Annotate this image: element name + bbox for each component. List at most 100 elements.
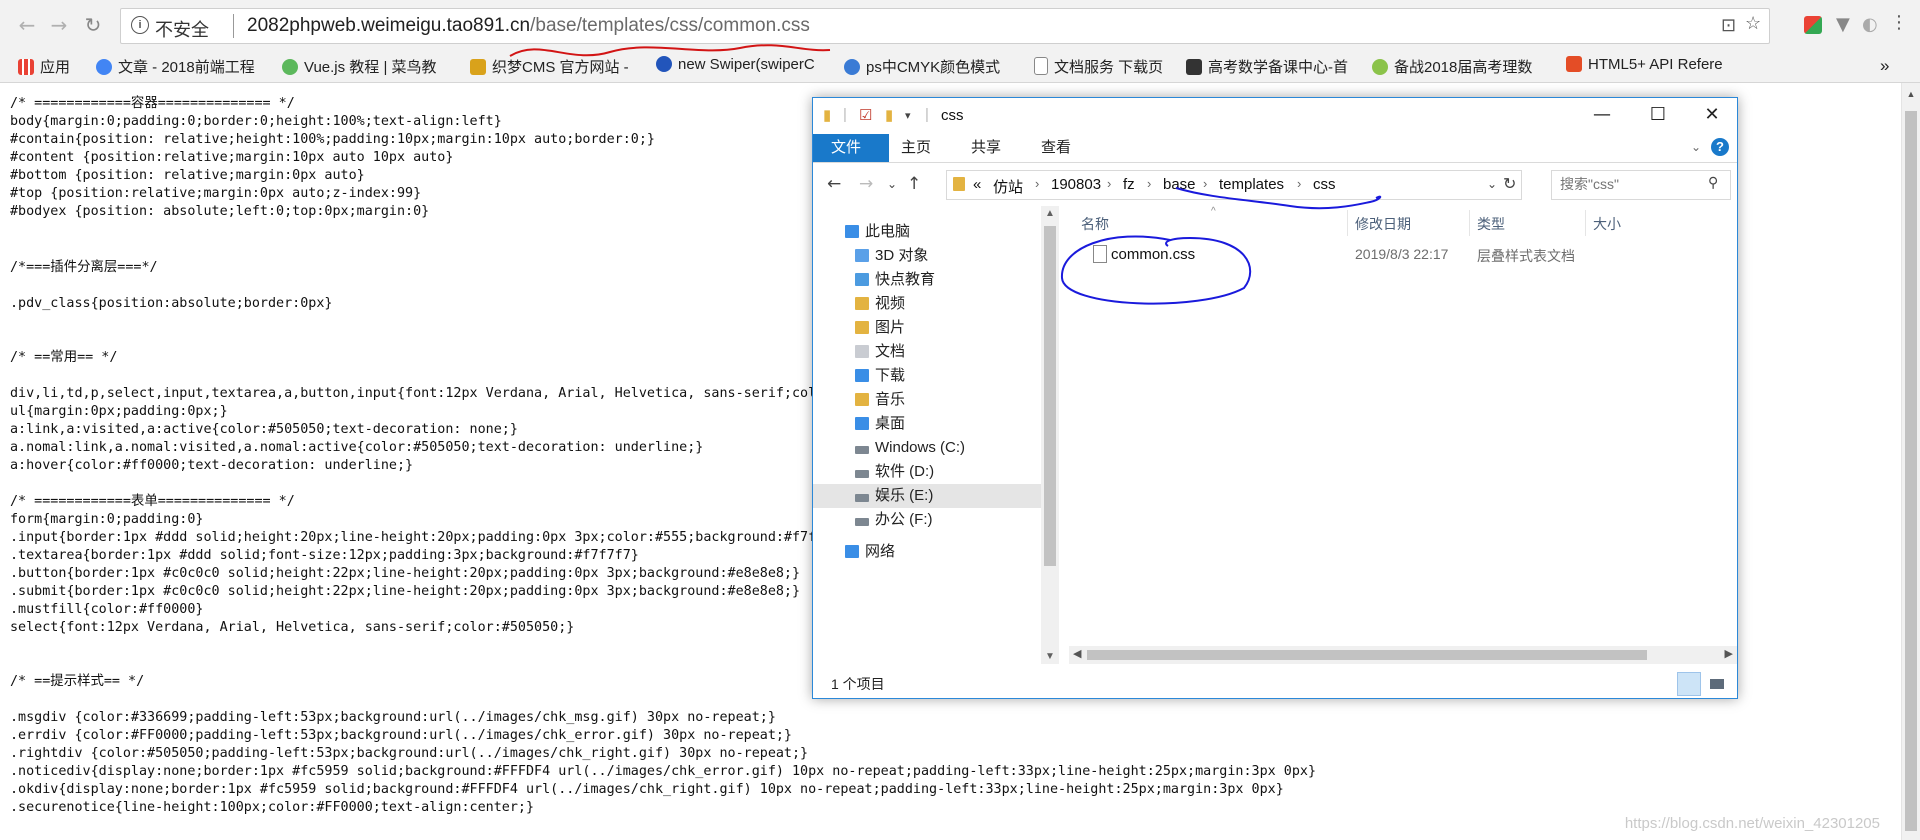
address-bar[interactable]: i 不安全 2082phpweb.weimeigu.tao891.cn/base… bbox=[120, 8, 1770, 44]
nav-pane-scrollbar[interactable]: ▲ ▼ bbox=[1041, 206, 1059, 664]
ribbon-expand-icon[interactable]: ⌄ bbox=[1691, 140, 1701, 154]
computer-icon bbox=[845, 225, 859, 238]
breadcrumb-overflow[interactable]: « bbox=[973, 176, 981, 193]
search-icon[interactable]: ⚲ bbox=[1708, 175, 1718, 191]
breadcrumb-item[interactable]: 190803 bbox=[1051, 176, 1101, 193]
extension-2-icon[interactable]: ◐ bbox=[1862, 14, 1878, 35]
menu-icon[interactable]: ⋮ bbox=[1890, 12, 1908, 33]
help-icon[interactable]: ? bbox=[1711, 138, 1729, 156]
maximize-icon[interactable]: ☐ bbox=[1635, 100, 1681, 130]
nav-item-network[interactable]: 网络 bbox=[813, 540, 1041, 564]
nav-item-kuaidian[interactable]: 快点教育 bbox=[813, 268, 1041, 292]
chevron-right-icon[interactable]: › bbox=[1297, 176, 1301, 191]
minimize-icon[interactable]: — bbox=[1579, 100, 1625, 130]
url-text[interactable]: 2082phpweb.weimeigu.tao891.cn/base/templ… bbox=[247, 15, 810, 37]
bookmark-item[interactable]: Vue.js 教程 | 菜鸟教 bbox=[282, 56, 437, 77]
new-folder-icon[interactable]: ▮ bbox=[885, 106, 893, 124]
bookmark-label: Vue.js 教程 | 菜鸟教 bbox=[304, 59, 437, 76]
nav-item-pictures[interactable]: 图片 bbox=[813, 316, 1041, 340]
breadcrumb-item[interactable]: fz bbox=[1123, 176, 1135, 193]
breadcrumb-current[interactable]: css bbox=[1313, 176, 1336, 193]
file-list-hscrollbar[interactable]: ◀ ▶ bbox=[1069, 646, 1737, 664]
scroll-up-icon[interactable]: ▲ bbox=[1041, 208, 1059, 219]
column-header-date[interactable]: 修改日期 bbox=[1355, 214, 1411, 234]
chevron-right-icon[interactable]: › bbox=[1147, 176, 1151, 191]
translate-icon[interactable]: ⊡ bbox=[1721, 15, 1736, 36]
tab-home[interactable]: 主页 bbox=[883, 134, 949, 162]
nav-item-drive-c[interactable]: Windows (C:) bbox=[813, 436, 1041, 460]
nav-item-videos[interactable]: 视频 bbox=[813, 292, 1041, 316]
nav-item-drive-d[interactable]: 软件 (D:) bbox=[813, 460, 1041, 484]
bookmark-apps[interactable]: 应用 bbox=[18, 56, 70, 77]
nav-item-music[interactable]: 音乐 bbox=[813, 388, 1041, 412]
scroll-down-icon[interactable]: ▼ bbox=[1041, 651, 1059, 662]
tab-file[interactable]: 文件 bbox=[813, 134, 889, 162]
scroll-left-icon[interactable]: ◀ bbox=[1073, 647, 1081, 660]
forward-icon[interactable]: → bbox=[48, 14, 70, 36]
explorer-search-box[interactable]: ⚲ bbox=[1551, 170, 1731, 200]
url-host: 2082phpweb.weimeigu.tao891.cn bbox=[247, 15, 531, 36]
bookmark-item[interactable]: 织梦CMS 官方网站 - bbox=[470, 56, 629, 77]
scroll-up-icon[interactable]: ▲ bbox=[1902, 89, 1920, 99]
properties-icon[interactable]: ☑ bbox=[859, 106, 872, 124]
nav-item-drive-e[interactable]: 娱乐 (E:) bbox=[813, 484, 1041, 508]
page-scrollbar[interactable]: ▲ bbox=[1901, 83, 1920, 840]
bookmark-item[interactable]: HTML5+ API Refere bbox=[1566, 56, 1723, 73]
qat-dropdown-icon[interactable]: ▾ bbox=[905, 109, 911, 122]
chevron-right-icon[interactable]: › bbox=[1035, 176, 1039, 191]
back-icon[interactable]: ← bbox=[16, 14, 38, 36]
nav-item-drive-f[interactable]: 办公 (F:) bbox=[813, 508, 1041, 532]
nav-item-documents[interactable]: 文档 bbox=[813, 340, 1041, 364]
file-row[interactable]: common.css 2019/8/3 22:17 层叠样式表文档 bbox=[1069, 242, 1737, 268]
address-dropdown-icon[interactable]: ⌄ bbox=[1487, 177, 1497, 191]
vpn-icon[interactable]: ▼ bbox=[1836, 14, 1850, 35]
bookmark-item[interactable]: 文章 - 2018前端工程 bbox=[96, 56, 255, 77]
qat-separator: | bbox=[925, 106, 929, 123]
nav-item-3d-objects[interactable]: 3D 对象 bbox=[813, 244, 1041, 268]
bookmark-label: ps中CMYK颜色模式 bbox=[866, 59, 1001, 76]
breadcrumb-item[interactable]: 仿站 bbox=[993, 176, 1023, 197]
bookmark-item[interactable]: 高考数学备课中心-首 bbox=[1186, 56, 1348, 77]
reload-icon[interactable]: ↻ bbox=[82, 14, 104, 36]
column-divider[interactable] bbox=[1585, 210, 1586, 236]
scroll-thumb[interactable] bbox=[1905, 111, 1917, 831]
info-icon[interactable]: i bbox=[131, 16, 149, 34]
column-divider[interactable] bbox=[1469, 210, 1470, 236]
close-icon[interactable]: ✕ bbox=[1689, 100, 1735, 130]
tab-view[interactable]: 查看 bbox=[1023, 134, 1089, 162]
bookmark-item[interactable]: ps中CMYK颜色模式 bbox=[844, 56, 1000, 77]
scroll-thumb[interactable] bbox=[1044, 226, 1056, 566]
column-header-name[interactable]: 名称 bbox=[1081, 214, 1109, 234]
chevron-right-icon[interactable]: › bbox=[1107, 176, 1111, 191]
nav-item-desktop[interactable]: 桌面 bbox=[813, 412, 1041, 436]
bookmark-item[interactable]: new Swiper(swiperC bbox=[656, 56, 815, 73]
nav-item-downloads[interactable]: 下载 bbox=[813, 364, 1041, 388]
bookmark-item[interactable]: 备战2018届高考理数 bbox=[1372, 56, 1532, 77]
up-arrow-icon[interactable]: ↑ bbox=[907, 174, 921, 194]
explorer-address-bar[interactable]: « 仿站 › 190803 › fz › base › templates › … bbox=[946, 170, 1522, 200]
column-header-size[interactable]: 大小 bbox=[1593, 214, 1621, 234]
recent-locations-icon[interactable]: ⌄ bbox=[887, 177, 897, 191]
code-block-container: /* ============容器============== */ body{… bbox=[10, 96, 655, 219]
tab-share[interactable]: 共享 bbox=[953, 134, 1019, 162]
search-input[interactable] bbox=[1558, 175, 1702, 193]
folder-icon bbox=[855, 273, 869, 286]
breadcrumb-item[interactable]: base bbox=[1163, 176, 1196, 193]
scroll-thumb[interactable] bbox=[1087, 650, 1647, 660]
refresh-icon[interactable]: ↻ bbox=[1503, 174, 1516, 193]
back-arrow-icon[interactable]: ← bbox=[827, 174, 841, 194]
bookmark-item[interactable]: 文档服务 下载页 bbox=[1034, 56, 1163, 77]
large-icons-view-icon[interactable] bbox=[1705, 672, 1729, 696]
chevron-right-icon[interactable]: › bbox=[1203, 176, 1207, 191]
nav-label: 3D 对象 bbox=[875, 247, 929, 264]
details-view-icon[interactable] bbox=[1677, 672, 1701, 696]
column-divider[interactable] bbox=[1347, 210, 1348, 236]
breadcrumb-item[interactable]: templates bbox=[1219, 176, 1284, 193]
star-icon[interactable]: ☆ bbox=[1745, 13, 1761, 34]
extension-icon[interactable] bbox=[1804, 16, 1822, 34]
scroll-right-icon[interactable]: ▶ bbox=[1725, 647, 1733, 660]
nav-item-this-pc[interactable]: 此电脑 bbox=[813, 220, 1041, 244]
more-bookmarks-button[interactable]: » bbox=[1880, 56, 1889, 76]
column-header-type[interactable]: 类型 bbox=[1477, 214, 1505, 234]
forward-arrow-icon[interactable]: → bbox=[859, 174, 873, 194]
